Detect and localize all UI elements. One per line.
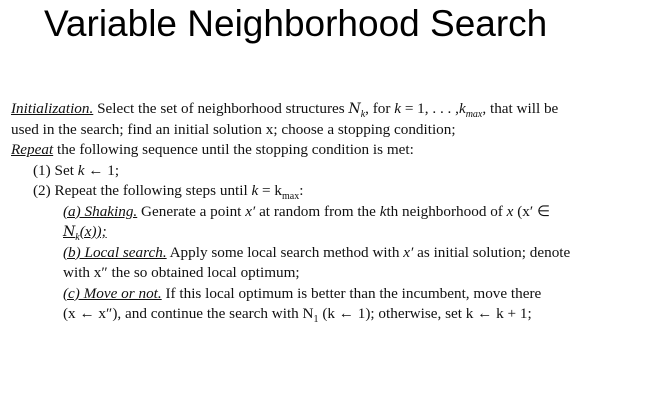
move-line-2: (x ← x″), and continue the search with N…	[11, 304, 636, 325]
step-2-rest: = k	[258, 182, 283, 199]
local-search-text-2: as initial solution; denote	[413, 243, 571, 261]
initialization-text-3: = 1, . . . ,	[401, 100, 459, 117]
initialization-text-2: , for	[365, 100, 395, 117]
initialization-line-1: Initialization. Select the set of neighb…	[11, 99, 636, 120]
shaking-n-symbol: N	[63, 224, 76, 240]
step-1-prefix: (1) Set	[33, 161, 78, 179]
shaking-text-1: Generate a point	[137, 202, 246, 220]
k-symbol: k	[394, 100, 402, 117]
shaking-text-3: th neighborhood of	[386, 202, 507, 220]
local-search-line-1: (b) Local search. Apply some local searc…	[11, 243, 636, 264]
shaking-text-2: at random from the	[255, 202, 380, 220]
local-search-label: (b) Local search.	[63, 243, 167, 261]
initialization-line-2: used in the search; find an initial solu…	[11, 120, 456, 138]
initialization-text-1: Select the set of neighborhood structure…	[93, 100, 349, 117]
kmax-k: k	[458, 100, 466, 117]
shaking-line-2-rest: (x));	[79, 223, 107, 240]
neighborhood-symbol: N	[348, 101, 361, 117]
repeat-line: Repeat the following sequence until the …	[11, 140, 636, 161]
local-search-x-prime: x′	[403, 243, 414, 261]
move-line-2-start: (x ← x″), and continue the search with N	[63, 305, 314, 322]
initialization-text-4: , that will be	[482, 100, 559, 117]
shaking-line-1: (a) Shaking. Generate a point x′ at rand…	[11, 202, 636, 223]
shaking-x-prime: x′	[245, 202, 256, 220]
move-label: (c) Move or not.	[63, 284, 162, 302]
move-text-1: If this local optimum is better than the…	[161, 284, 542, 302]
kmax-sub: max	[465, 109, 483, 121]
repeat-label: Repeat	[11, 141, 54, 158]
step-1-rest: ← 1;	[84, 161, 120, 179]
local-search-text-1: Apply some local search method with	[166, 243, 404, 261]
step-1-line: (1) Set k ← 1;	[11, 161, 636, 182]
move-line-1: (c) Move or not. If this local optimum i…	[11, 284, 636, 305]
repeat-text: the following sequence until the stoppin…	[53, 141, 414, 158]
step-2-max: max	[282, 191, 300, 203]
move-line-2-rest: (k ← 1); otherwise, set k ← k + 1;	[318, 305, 532, 322]
shaking-text-4: (x′ ∈	[513, 202, 551, 220]
algorithm-text: Initialization. Select the set of neighb…	[11, 99, 636, 325]
step-2-line: (2) Repeat the following steps until k =…	[11, 181, 636, 202]
shaking-line-2: Nk(x));	[11, 222, 636, 243]
initialization-label: Initialization.	[11, 100, 94, 117]
slide-title: Variable Neighborhood Search	[44, 3, 548, 44]
local-search-line-2: with x″ the so obtained local optimum;	[63, 264, 300, 281]
step-2-prefix: (2) Repeat the following steps until	[33, 182, 252, 199]
shaking-label: (a) Shaking.	[63, 202, 138, 220]
step-2-colon: :	[299, 182, 304, 199]
